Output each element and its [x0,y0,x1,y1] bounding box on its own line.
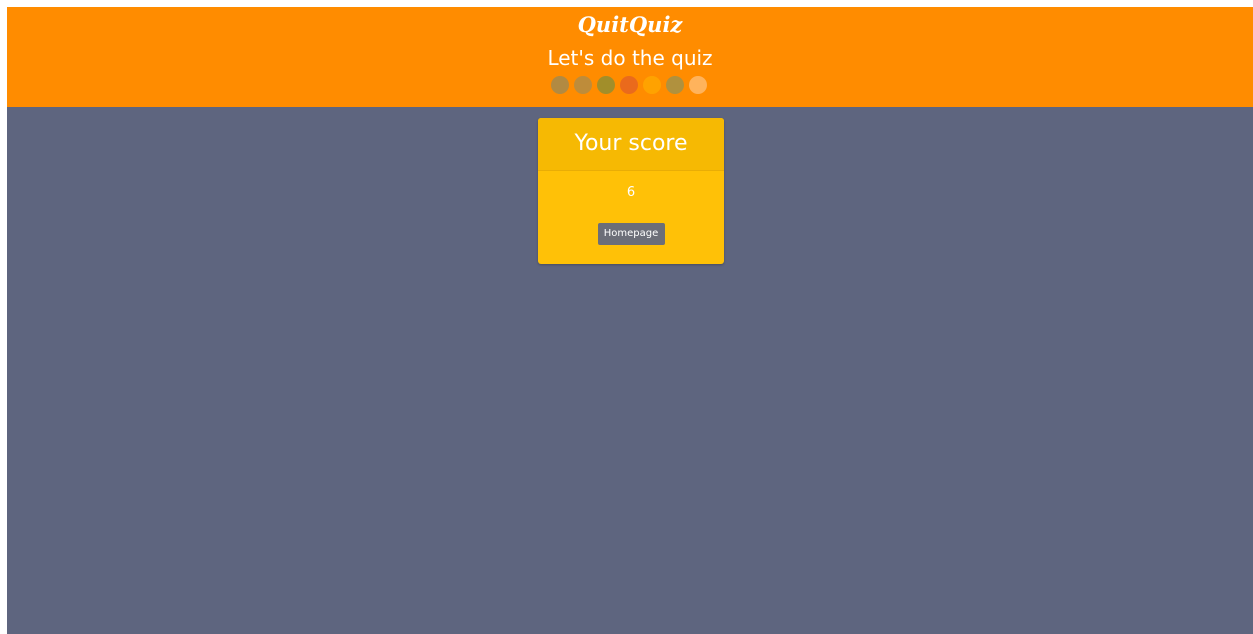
app-viewport: QuitQuiz Let's do the quiz Your score 6 … [7,7,1253,634]
brand-logo[interactable]: QuitQuiz [7,12,1253,38]
progress-dots [551,76,707,94]
score-card: Your score 6 Homepage [538,118,724,264]
progress-dot [597,76,615,94]
score-value: 6 [626,185,636,200]
site-header: QuitQuiz Let's do the quiz [7,7,1253,107]
progress-dot [643,76,661,94]
homepage-button[interactable]: Homepage [597,223,665,245]
progress-dot [689,76,707,94]
progress-dot [620,76,638,94]
progress-dot [574,76,592,94]
page-subtitle: Let's do the quiz [547,46,713,70]
progress-dot [666,76,684,94]
progress-dot [551,76,569,94]
score-card-title: Your score [538,118,724,171]
